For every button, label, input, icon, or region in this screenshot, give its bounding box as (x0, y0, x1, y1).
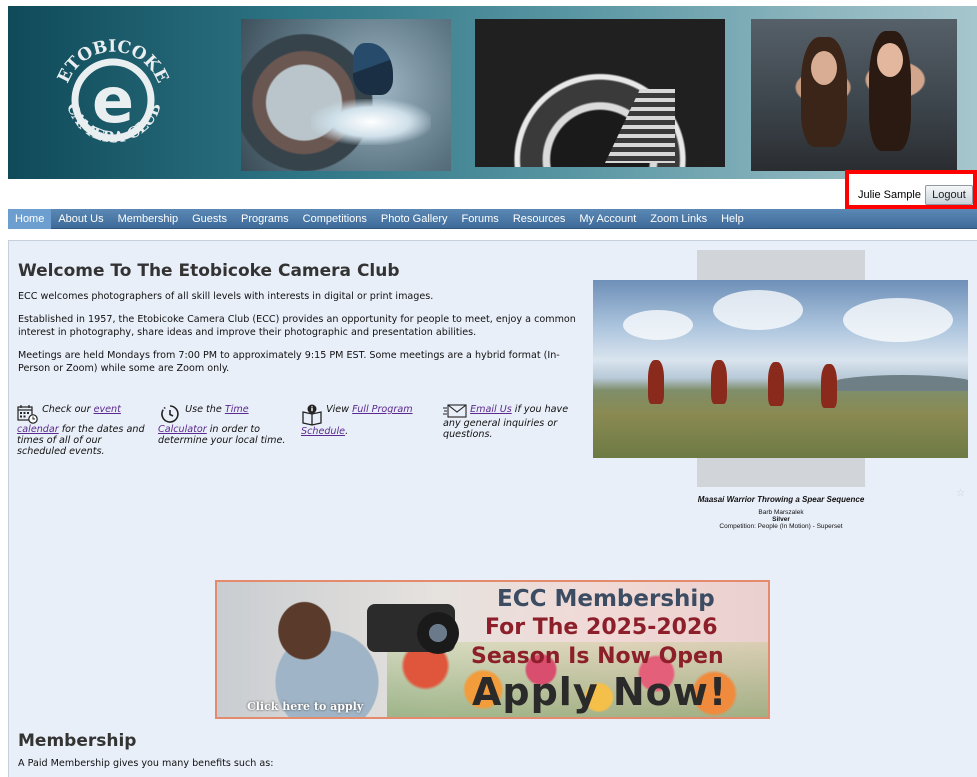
quick-link-email: Email Us if you have any general inquiri… (443, 404, 578, 440)
nav-item-about-us[interactable]: About Us (51, 209, 110, 229)
featured-competition: Competition: People (In Motion) - Supers… (719, 523, 843, 530)
quick-text: Check our (42, 404, 94, 415)
quick-text: Use the (185, 404, 225, 415)
nav-item-programs[interactable]: Programs (234, 209, 296, 229)
nav-item-guests[interactable]: Guests (185, 209, 234, 229)
quick-text: . (345, 426, 349, 437)
nav-item-resources[interactable]: Resources (506, 209, 573, 229)
history-paragraph: Established in 1957, the Etobicoke Camer… (18, 314, 576, 338)
nav-item-my-account[interactable]: My Account (572, 209, 643, 229)
user-name: Julie Sample (858, 189, 921, 201)
banner-line-3: Season Is Now Open (471, 644, 724, 669)
clock-icon (161, 405, 179, 423)
banner-click-text: Click here to apply (247, 700, 364, 713)
banner-line-2: For The 2025-2026 (485, 615, 718, 640)
nav-item-help[interactable]: Help (714, 209, 751, 229)
quick-text: View (326, 404, 353, 415)
portrait-face-right (877, 43, 903, 77)
envelope-icon (443, 404, 467, 418)
camera-lens (417, 612, 459, 654)
warrior-figure (648, 360, 664, 404)
staircase-steps (605, 89, 675, 163)
calendar-icon (17, 405, 38, 424)
featured-photo[interactable] (593, 280, 968, 458)
featured-title: Maasai Warrior Throwing a Spear Sequence (697, 495, 865, 504)
main-nav: Home About Us Membership Guests Programs Comp… (8, 208, 977, 229)
warrior-figure (711, 360, 727, 404)
intro-paragraph: ECC welcomes photographers of all skill … (18, 291, 434, 302)
warrior-figure (768, 362, 784, 406)
nav-item-zoom-links[interactable]: Zoom Links (643, 209, 714, 229)
membership-apply-banner[interactable]: ECC Membership For The 2025-2026 Season … (215, 580, 770, 719)
nav-item-home[interactable]: Home (8, 208, 52, 229)
cloud (843, 298, 953, 342)
email-us-link[interactable]: Email Us (470, 404, 512, 415)
warrior-figure (821, 364, 837, 408)
banner-apply-now: Apply Now! (472, 670, 728, 714)
nav-item-membership[interactable]: Membership (111, 209, 186, 229)
cloud (713, 290, 803, 330)
page-title: Welcome To The Etobicoke Camera Club (18, 261, 400, 281)
meetings-paragraph: Meetings are held Mondays from 7:00 PM t… (18, 350, 560, 374)
surfer-figure (353, 43, 393, 95)
membership-intro: A Paid Membership gives you many benefit… (18, 758, 274, 769)
nav-item-photo-gallery[interactable]: Photo Gallery (374, 209, 455, 229)
quick-link-calendar: Check our event calendar for the dates a… (17, 404, 152, 457)
banner-line-1: ECC Membership (497, 586, 715, 612)
membership-heading: Membership (18, 731, 137, 751)
club-logo[interactable]: e ETOBICOKE CAMERA CLUB (48, 12, 178, 172)
portrait-face-left (811, 51, 837, 85)
header-photo-portrait (751, 19, 957, 171)
header-photo-staircase (475, 19, 725, 167)
book-info-icon (302, 404, 322, 426)
logout-button[interactable]: Logout (925, 185, 973, 205)
quick-link-program: View Full Program Schedule. (301, 404, 426, 437)
distant-hill (833, 375, 968, 391)
water-splash (311, 99, 431, 145)
quick-link-time: Use the Time Calculator in order to dete… (158, 404, 293, 446)
header-photo-porthole (241, 19, 451, 171)
nav-item-forums[interactable]: Forums (455, 209, 506, 229)
star-icon[interactable]: ☆ (956, 488, 965, 499)
nav-item-competitions[interactable]: Competitions (296, 209, 374, 229)
cloud (623, 310, 693, 340)
